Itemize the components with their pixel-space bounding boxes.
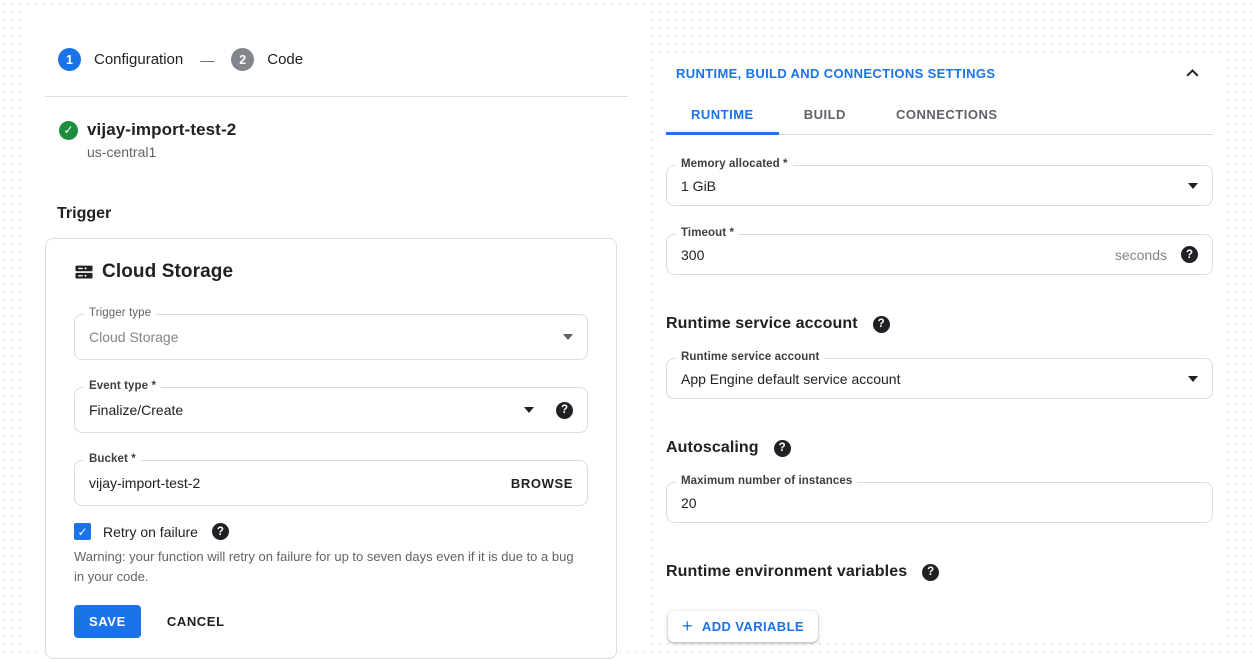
env-vars-section-title: Runtime environment variables xyxy=(666,563,1213,581)
runtime-service-account-value: App Engine default service account xyxy=(681,371,1188,387)
success-check-icon xyxy=(59,121,78,140)
step-configuration[interactable]: 1 Configuration xyxy=(58,48,183,71)
add-variable-button[interactable]: + ADD VARIABLE xyxy=(668,611,818,642)
trigger-type-value: Cloud Storage xyxy=(89,329,563,345)
trigger-type-select[interactable]: Trigger type Cloud Storage xyxy=(74,314,588,360)
event-type-select[interactable]: Event type * Finalize/Create xyxy=(74,387,588,433)
event-type-value: Finalize/Create xyxy=(89,402,524,418)
autoscaling-help-icon[interactable] xyxy=(774,440,791,457)
trigger-card-title: Cloud Storage xyxy=(102,261,233,283)
step-2-label: Code xyxy=(267,51,303,68)
trigger-section-title: Trigger xyxy=(57,205,628,223)
autoscaling-heading: Autoscaling xyxy=(666,439,759,457)
stepper-divider xyxy=(45,96,628,97)
retry-warning-text: Warning: your function will retry on fai… xyxy=(74,547,579,587)
step-1-circle: 1 xyxy=(58,48,81,71)
function-name: vijay-import-test-2 xyxy=(87,120,236,140)
env-vars-help-icon[interactable] xyxy=(922,564,939,581)
chevron-up-icon xyxy=(1184,65,1201,82)
tab-connections[interactable]: CONNECTIONS xyxy=(871,98,1023,135)
bucket-value: vijay-import-test-2 xyxy=(89,475,511,491)
tab-build[interactable]: BUILD xyxy=(779,98,871,135)
settings-header: RUNTIME, BUILD AND CONNECTIONS SETTINGS xyxy=(666,65,1213,82)
function-region: us-central1 xyxy=(87,144,628,160)
runtime-settings-panel: RUNTIME, BUILD AND CONNECTIONS SETTINGS … xyxy=(656,55,1223,643)
chevron-down-icon xyxy=(524,407,534,413)
memory-allocated-value: 1 GiB xyxy=(681,178,1188,194)
step-1-label: Configuration xyxy=(94,51,183,68)
timeout-suffix: seconds xyxy=(1115,247,1167,263)
browse-button[interactable]: BROWSE xyxy=(511,476,573,491)
step-separator: — xyxy=(200,52,214,68)
chevron-down-icon xyxy=(1188,376,1198,382)
tab-runtime[interactable]: RUNTIME xyxy=(666,98,779,135)
settings-tab-bar: RUNTIME BUILD CONNECTIONS xyxy=(666,98,1213,135)
trigger-actions: SAVE CANCEL xyxy=(74,605,588,638)
service-account-section-title: Runtime service account xyxy=(666,315,1213,333)
function-header: vijay-import-test-2 us-central1 xyxy=(59,120,628,160)
event-type-help-icon[interactable] xyxy=(556,402,573,419)
max-instances-value: 20 xyxy=(681,495,1198,511)
chevron-down-icon xyxy=(1188,183,1198,189)
retry-row: Retry on failure xyxy=(74,523,588,540)
settings-header-title[interactable]: RUNTIME, BUILD AND CONNECTIONS SETTINGS xyxy=(676,66,995,81)
trigger-type-label: Trigger type xyxy=(84,307,156,319)
retry-label: Retry on failure xyxy=(103,524,198,540)
retry-checkbox[interactable] xyxy=(74,523,91,540)
configuration-panel: 1 Configuration — 2 Code vijay-import-te… xyxy=(25,6,648,652)
autoscaling-section-title: Autoscaling xyxy=(666,439,1213,457)
step-code[interactable]: 2 Code xyxy=(231,48,303,71)
cancel-button[interactable]: CANCEL xyxy=(167,614,225,629)
timeout-value: 300 xyxy=(681,247,1115,263)
memory-allocated-select[interactable]: Memory allocated * 1 GiB xyxy=(666,165,1213,206)
timeout-field[interactable]: Timeout * 300 seconds xyxy=(666,234,1213,275)
runtime-service-account-label: Runtime service account xyxy=(676,351,824,363)
retry-help-icon[interactable] xyxy=(212,523,229,540)
runtime-service-account-select[interactable]: Runtime service account App Engine defau… xyxy=(666,358,1213,399)
trigger-card: Cloud Storage Trigger type Cloud Storage… xyxy=(45,238,617,659)
event-type-label: Event type * xyxy=(84,380,161,392)
memory-allocated-label: Memory allocated * xyxy=(676,158,793,170)
max-instances-label: Maximum number of instances xyxy=(676,475,857,487)
chevron-down-icon xyxy=(563,334,573,340)
timeout-label: Timeout * xyxy=(676,227,739,239)
service-account-heading: Runtime service account xyxy=(666,315,858,333)
timeout-help-icon[interactable] xyxy=(1181,246,1198,263)
max-instances-field[interactable]: Maximum number of instances 20 xyxy=(666,482,1213,523)
step-2-circle: 2 xyxy=(231,48,254,71)
save-button[interactable]: SAVE xyxy=(74,605,141,638)
plus-icon: + xyxy=(682,620,693,633)
add-variable-label: ADD VARIABLE xyxy=(702,619,804,634)
bucket-label: Bucket * xyxy=(84,453,141,465)
env-vars-heading: Runtime environment variables xyxy=(666,563,907,581)
cloud-storage-icon xyxy=(74,262,94,282)
stepper: 1 Configuration — 2 Code xyxy=(58,48,628,71)
bucket-field[interactable]: Bucket * vijay-import-test-2 BROWSE xyxy=(74,460,588,506)
collapse-button[interactable] xyxy=(1184,65,1201,82)
service-account-help-icon[interactable] xyxy=(873,316,890,333)
